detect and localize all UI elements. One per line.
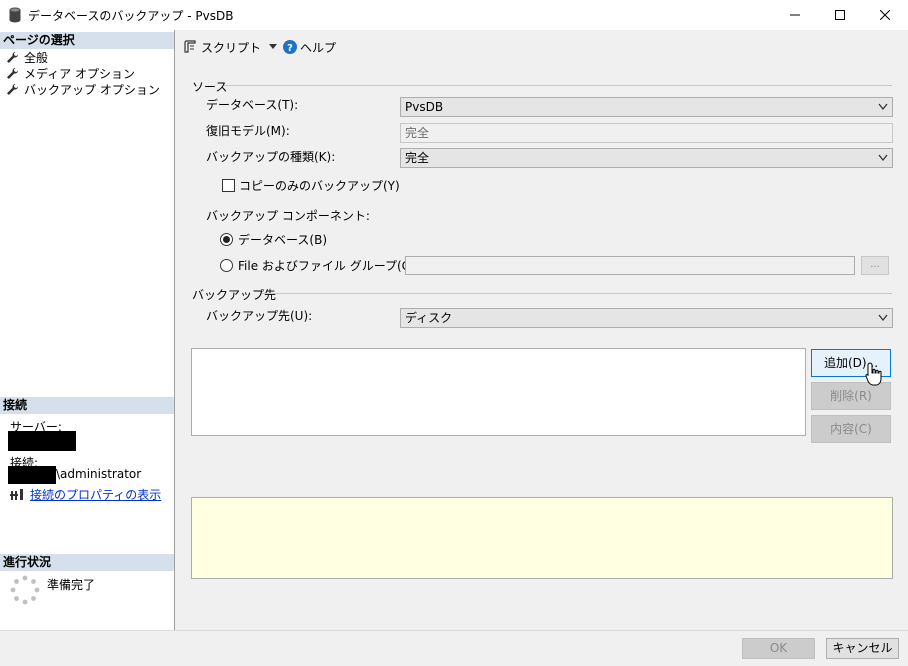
page-item-backup-options[interactable]: バックアップ オプション (6, 81, 160, 97)
page-item-media-options[interactable]: メディア オプション (6, 65, 135, 81)
destination-group-label: バックアップ先 (192, 288, 277, 302)
script-label: スクリプト (201, 40, 262, 55)
minimize-icon (790, 14, 800, 16)
help-label: ヘルプ (300, 40, 337, 55)
checkbox-box[interactable] (222, 179, 235, 192)
wrench-icon (7, 67, 19, 79)
recovery-model-label: 復旧モデル(M): (206, 124, 290, 138)
close-button[interactable] (862, 0, 908, 30)
radio-selected[interactable] (220, 233, 233, 246)
pages-header: ページの選択 (0, 32, 174, 49)
page-item-label: メディア オプション (24, 66, 135, 81)
component-files-radio[interactable]: File およびファイル グループ(G): (220, 257, 420, 274)
script-button[interactable]: スクリプト (183, 39, 278, 56)
title-bar: データベースのバックアップ - PvsDB (0, 0, 908, 30)
recovery-model-field: 完全 (400, 123, 893, 143)
component-database-label: データベース(B) (238, 233, 327, 247)
component-files-label: File およびファイル グループ(G): (238, 259, 420, 273)
chevron-down-icon (878, 314, 888, 322)
connection-header: 接続 (0, 397, 174, 414)
remove-button[interactable]: 削除(R) (811, 382, 891, 410)
backup-type-select[interactable]: 完全 (400, 148, 893, 168)
maximize-icon (835, 10, 845, 20)
destination-divider (262, 293, 892, 294)
copy-only-label: コピーのみのバックアップ(Y) (239, 179, 400, 193)
source-group-label: ソース (192, 80, 228, 94)
destination-label: バックアップ先(U): (206, 309, 313, 323)
cursor-icon (865, 362, 882, 386)
help-icon: ? (283, 40, 298, 54)
wrench-icon (7, 83, 19, 95)
source-divider (224, 85, 892, 86)
recovery-model-value: 完全 (405, 126, 430, 140)
toolbar: スクリプト ? ヘルプ (183, 38, 336, 56)
filegroup-input[interactable] (405, 256, 855, 275)
backup-component-label: バックアップ コンポーネント: (206, 209, 370, 223)
component-database-radio[interactable]: データベース(B) (220, 231, 327, 248)
minimize-button[interactable] (772, 0, 818, 30)
database-select[interactable]: PvsDB (400, 97, 893, 117)
message-area (191, 497, 893, 579)
redacted-server (8, 431, 76, 451)
left-pane: ページの選択 全般 メディア オプション バックアップ オプション 接続 サーバ… (0, 30, 175, 630)
connection-user: \administrator (56, 467, 142, 481)
contents-button[interactable]: 内容(C) (811, 415, 891, 443)
help-button[interactable]: ? ヘルプ (283, 39, 336, 56)
chevron-down-icon (878, 154, 888, 162)
page-item-general[interactable]: 全般 (6, 49, 48, 65)
window-title: データベースのバックアップ - PvsDB (28, 9, 234, 23)
copy-only-checkbox[interactable]: コピーのみのバックアップ(Y) (222, 177, 400, 194)
maximize-button[interactable] (817, 0, 863, 30)
connection-icon (10, 488, 23, 500)
database-icon (9, 7, 21, 23)
destination-select[interactable]: ディスク (400, 308, 893, 328)
connection-properties-link[interactable]: 接続のプロパティの表示 (10, 486, 161, 503)
backup-type-value: 完全 (405, 151, 430, 165)
radio-unselected[interactable] (220, 259, 233, 272)
ok-button[interactable]: OK (742, 638, 815, 659)
browse-button[interactable]: ... (861, 256, 889, 275)
wrench-icon (7, 51, 19, 63)
chevron-down-icon (878, 103, 888, 111)
database-label: データベース(T): (206, 98, 299, 112)
destination-value: ディスク (405, 311, 453, 325)
page-item-label: バックアップ オプション (24, 82, 160, 97)
cancel-button[interactable]: キャンセル (826, 638, 899, 659)
database-value: PvsDB (405, 100, 444, 114)
connection-link-text[interactable]: 接続のプロパティの表示 (30, 486, 161, 503)
script-icon (184, 40, 196, 53)
destination-list[interactable] (191, 348, 806, 436)
progress-status: 準備完了 (47, 578, 96, 592)
spinner-icon (10, 575, 40, 605)
redacted-user (8, 466, 56, 484)
svg-text:?: ? (287, 43, 293, 54)
backup-type-label: バックアップの種類(K): (206, 150, 336, 164)
chevron-down-icon (269, 44, 278, 49)
close-icon (880, 10, 890, 20)
page-item-label: 全般 (24, 50, 49, 65)
progress-header: 進行状況 (0, 554, 174, 571)
